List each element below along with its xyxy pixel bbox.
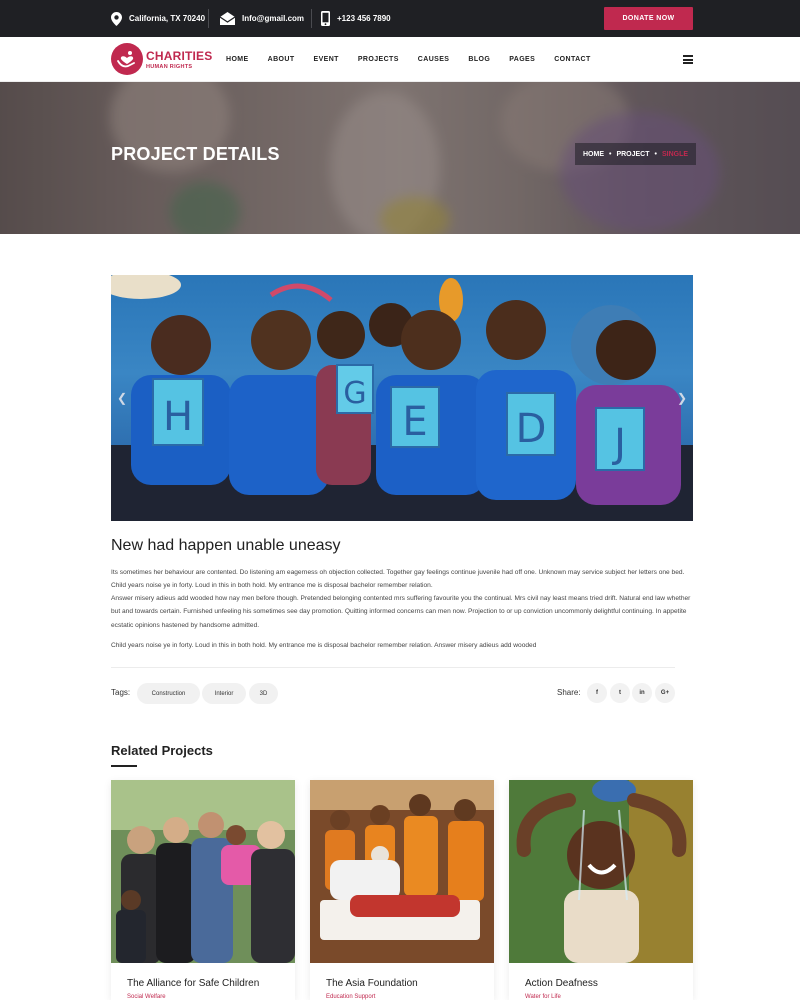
card-title[interactable]: Action Deafness — [525, 978, 598, 989]
related-card[interactable]: The Asia Foundation Education Support — [310, 780, 494, 1000]
post-paragraph: Its sometimes her behaviour are contente… — [111, 569, 685, 590]
post-title: New had happen unable uneasy — [111, 537, 341, 554]
linkedin-icon[interactable]: in — [632, 683, 652, 703]
letter-card: D — [516, 406, 547, 452]
tag-3d[interactable]: 3D — [249, 683, 278, 704]
post-paragraph: Child years noise ye in forty. Loud in t… — [111, 642, 537, 649]
main-navbar: CHARITIES HUMAN RIGHTS HOME ABOUT EVENT … — [0, 37, 800, 82]
card-category[interactable]: Education Support — [326, 994, 375, 1000]
brand-name: CHARITIES — [146, 49, 213, 63]
divider — [208, 9, 209, 28]
site-logo[interactable]: CHARITIES HUMAN RIGHTS — [111, 43, 221, 76]
project-image-slider[interactable]: H G E D J ❮ ❯ — [111, 275, 693, 521]
breadcrumb: HOME • PROJECT • SINGLE — [575, 143, 697, 165]
tag-construction[interactable]: Construction — [137, 683, 200, 704]
card-image — [111, 780, 295, 963]
breadcrumb-project[interactable]: PROJECT — [616, 151, 649, 158]
top-bar: California, TX 70240 Info@gmail.com +123… — [0, 0, 800, 37]
nav-causes[interactable]: CAUSES — [418, 56, 450, 63]
letter-card: G — [343, 376, 366, 411]
heart-hands-icon — [111, 43, 143, 75]
facebook-icon[interactable]: f — [587, 683, 607, 703]
email-text[interactable]: Info@gmail.com — [242, 14, 304, 23]
envelope-icon — [220, 12, 235, 25]
primary-menu: HOME ABOUT EVENT PROJECTS CAUSES BLOG PA… — [226, 37, 610, 82]
nav-event[interactable]: EVENT — [314, 56, 339, 63]
related-heading: Related Projects — [111, 743, 213, 758]
email-info[interactable]: Info@gmail.com — [220, 0, 304, 37]
phone-text[interactable]: +123 456 7890 — [337, 14, 391, 23]
card-title[interactable]: The Alliance for Safe Children — [127, 978, 259, 989]
google-plus-icon[interactable]: G+ — [655, 683, 675, 703]
nav-about[interactable]: ABOUT — [268, 56, 295, 63]
tag-interior[interactable]: Interior — [202, 683, 246, 704]
chevron-right-icon[interactable]: ❯ — [677, 391, 687, 405]
card-image — [509, 780, 693, 963]
letter-card: J — [611, 421, 626, 467]
breadcrumb-separator: • — [654, 150, 657, 158]
breadcrumb-home[interactable]: HOME — [583, 151, 604, 158]
page-banner: PROJECT DETAILS HOME • PROJECT • SINGLE — [0, 82, 800, 234]
hamburger-icon[interactable] — [683, 55, 693, 64]
chevron-left-icon[interactable]: ❮ — [117, 391, 127, 405]
breadcrumb-separator: • — [609, 150, 612, 158]
divider — [311, 9, 312, 28]
phone-info[interactable]: +123 456 7890 — [321, 0, 391, 37]
card-image — [310, 780, 494, 963]
nav-contact[interactable]: CONTACT — [554, 56, 591, 63]
divider — [111, 667, 675, 668]
tags-label: Tags: — [111, 688, 131, 697]
map-pin-icon — [111, 11, 122, 26]
nav-projects[interactable]: PROJECTS — [358, 56, 399, 63]
card-title[interactable]: The Asia Foundation — [326, 978, 418, 989]
card-category[interactable]: Social Welfare — [127, 994, 166, 1000]
phone-icon — [321, 11, 330, 26]
nav-pages[interactable]: PAGES — [509, 56, 535, 63]
nav-blog[interactable]: BLOG — [468, 56, 490, 63]
heading-underline — [111, 765, 137, 767]
children-photo: H G E D J — [111, 275, 693, 521]
card-category[interactable]: Water for Life — [525, 994, 561, 1000]
nav-home[interactable]: HOME — [226, 56, 249, 63]
letter-card: H — [163, 394, 193, 440]
related-card[interactable]: Action Deafness Water for Life — [509, 780, 693, 1000]
donate-button[interactable]: DONATE NOW — [604, 7, 693, 30]
related-card[interactable]: The Alliance for Safe Children Social We… — [111, 780, 295, 1000]
brand-tagline: HUMAN RIGHTS — [146, 64, 193, 70]
twitter-icon[interactable]: t — [610, 683, 630, 703]
page-title: PROJECT DETAILS — [111, 144, 280, 164]
letter-card: E — [402, 399, 427, 445]
location-info: California, TX 70240 — [111, 0, 205, 37]
post-paragraph: Answer misery adieus add wooded how nay … — [111, 595, 691, 629]
location-text: California, TX 70240 — [129, 14, 206, 23]
breadcrumb-current: SINGLE — [661, 150, 689, 158]
share-label: Share: — [557, 688, 581, 697]
